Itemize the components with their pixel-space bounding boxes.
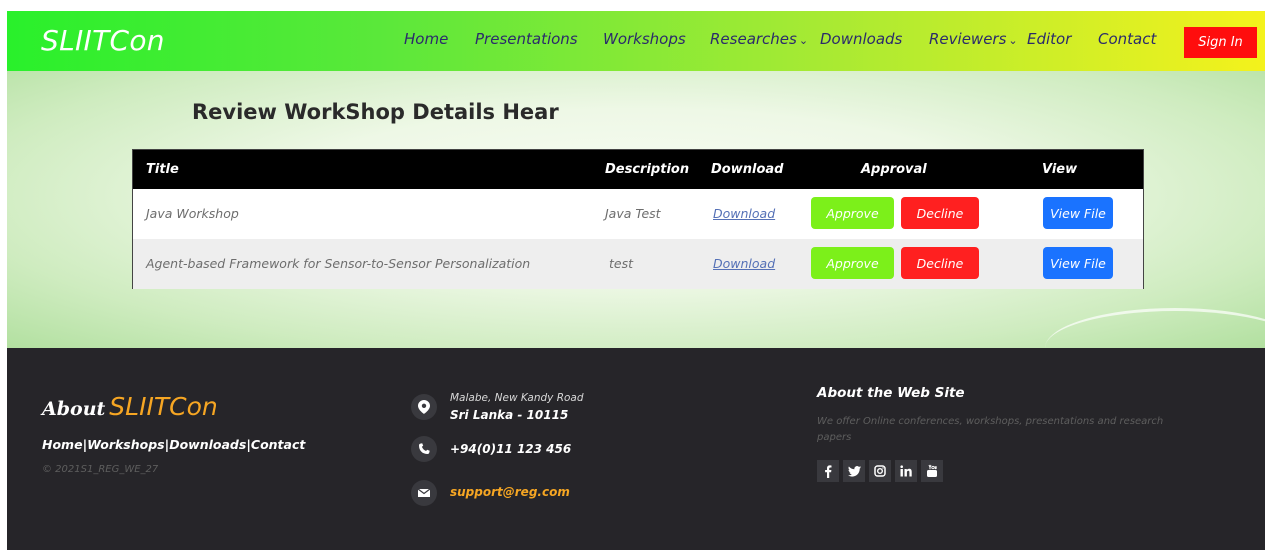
column-header-approval: Approval (861, 162, 927, 177)
site-footer: About SLIITCon Home|Workshops|Downloads|C… (7, 348, 1265, 550)
instagram-icon[interactable] (869, 460, 891, 482)
page-title: Review WorkShop Details Hear (192, 100, 559, 124)
row-title: Agent-based Framework for Sensor-to-Sens… (146, 256, 531, 271)
nav-link-reviewers[interactable]: Reviewers ⌄ (929, 30, 1018, 48)
nav-link-presentations[interactable]: Presentations (475, 30, 578, 48)
row-description: Java Test (605, 206, 661, 221)
chevron-down-icon: ⌄ (798, 34, 809, 47)
approve-button[interactable]: Approve (811, 247, 894, 279)
facebook-icon[interactable] (817, 460, 839, 482)
approve-button[interactable]: Approve (811, 197, 894, 229)
row-title: Java Workshop (146, 206, 239, 221)
footer-about-word: About (42, 398, 106, 420)
map-marker-icon (411, 394, 437, 420)
nav-link-downloads[interactable]: Downloads (820, 30, 902, 48)
nav-link-editor[interactable]: Editor (1027, 30, 1071, 48)
twitter-icon[interactable] (843, 460, 865, 482)
brand-logo[interactable]: SLIITCon (41, 24, 165, 57)
nav-link-researches-label: Researches (710, 30, 797, 48)
address-line2: Sri Lanka - 10115 (450, 408, 569, 422)
table-header: Title Description Download Approval View (133, 150, 1143, 189)
nav-link-home[interactable]: Home (404, 30, 448, 48)
youtube-icon[interactable] (921, 460, 943, 482)
footer-link-home[interactable]: Home (42, 437, 83, 452)
column-header-description: Description (605, 162, 690, 177)
footer-about-title: About SLIITCon (42, 392, 218, 421)
nav-link-contact[interactable]: Contact (1098, 30, 1156, 48)
column-header-download: Download (711, 162, 784, 177)
footer-about-brand: SLIITCon (109, 392, 218, 421)
footer-link-downloads[interactable]: Downloads (169, 437, 246, 452)
phone-icon (411, 436, 437, 462)
column-header-title: Title (146, 162, 179, 177)
workshop-table: Title Description Download Approval View… (132, 149, 1144, 289)
footer-link-contact[interactable]: Contact (251, 437, 305, 452)
table-row: Java Workshop Java Test Download Approve… (133, 189, 1143, 239)
row-description: test (609, 256, 634, 271)
about-site-text: We offer Online conferences, workshops, … (817, 416, 1164, 443)
view-file-button[interactable]: View File (1043, 197, 1113, 229)
main-content: Review WorkShop Details Hear Title Descr… (7, 71, 1265, 348)
phone-number: +94(0)11 123 456 (450, 442, 572, 456)
download-link[interactable]: Download (713, 256, 775, 271)
footer-links: Home|Workshops|Downloads|Contact (42, 437, 305, 452)
email-link[interactable]: support@reg.com (450, 485, 570, 499)
table-row: Agent-based Framework for Sensor-to-Sens… (133, 239, 1143, 289)
copyright-text: © 2021S1_REG_WE_27 (42, 464, 159, 475)
chevron-down-icon: ⌄ (1008, 34, 1018, 47)
decline-button[interactable]: Decline (901, 247, 979, 279)
about-site-title: About the Web Site (817, 385, 965, 401)
footer-link-workshops[interactable]: Workshops (87, 437, 164, 452)
sign-in-button[interactable]: Sign In (1184, 27, 1257, 58)
view-file-button[interactable]: View File (1043, 247, 1113, 279)
decorative-swoosh (1045, 308, 1265, 348)
column-header-view: View (1042, 162, 1078, 177)
download-link[interactable]: Download (713, 206, 775, 221)
nav-link-reviewers-label: Reviewers (929, 30, 1007, 48)
nav-link-workshops[interactable]: Workshops (603, 30, 686, 48)
address-line1: Malabe, New Kandy Road (450, 392, 584, 404)
nav-link-researches[interactable]: Researches ⌄ (710, 30, 808, 48)
linkedin-icon[interactable] (895, 460, 917, 482)
envelope-icon (411, 480, 437, 506)
decline-button[interactable]: Decline (901, 197, 979, 229)
top-navbar: SLIITCon Home Presentations Workshops Re… (7, 11, 1265, 71)
